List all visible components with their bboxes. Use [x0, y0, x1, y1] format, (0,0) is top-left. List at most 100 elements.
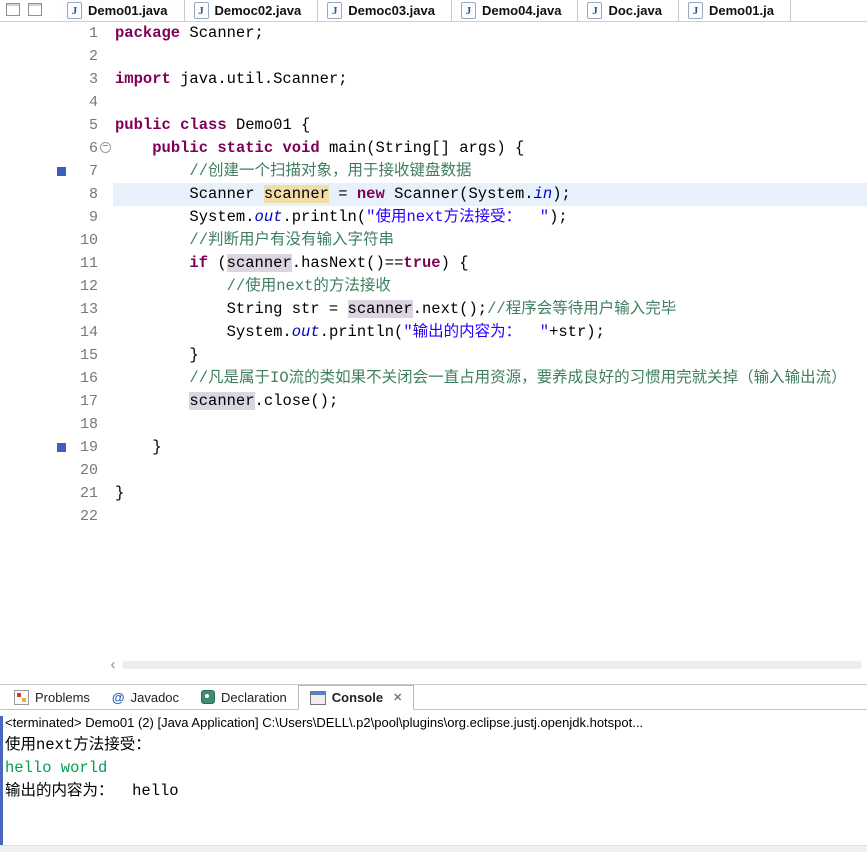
scrollbar-track[interactable]	[122, 661, 862, 669]
line-number[interactable]: 11	[68, 252, 98, 275]
line-number[interactable]: 8	[68, 183, 98, 206]
annotation-empty-cell	[54, 114, 68, 137]
line-number[interactable]: 5	[68, 114, 98, 137]
line-number[interactable]: 16	[68, 367, 98, 390]
code-content[interactable]: }	[113, 482, 867, 505]
line-number[interactable]: 19	[68, 436, 98, 459]
code-content[interactable]	[113, 459, 867, 482]
range-indicator-icon	[57, 167, 66, 176]
code-line-10: 10 //判断用户有没有输入字符串	[0, 229, 867, 252]
minimized-view-icon[interactable]	[28, 3, 42, 16]
line-number[interactable]: 15	[68, 344, 98, 367]
code-content[interactable]: public class Demo01 {	[113, 114, 867, 137]
annotation-empty-cell	[54, 298, 68, 321]
line-number[interactable]: 21	[68, 482, 98, 505]
code-content[interactable]: System.out.println("使用next方法接受： ");	[113, 206, 867, 229]
view-tab-problems[interactable]: Problems	[3, 685, 101, 709]
line-number[interactable]: 12	[68, 275, 98, 298]
code-content[interactable]: //创建一个扫描对象，用于接收键盘数据	[113, 160, 867, 183]
code-content[interactable]: Scanner scanner = new Scanner(System.in)…	[113, 183, 867, 206]
code-token: =	[328, 185, 357, 203]
code-content[interactable]: scanner.close();	[113, 390, 867, 413]
code-line-6: 6− public static void main(String[] args…	[0, 137, 867, 160]
code-line-20: 20	[0, 459, 867, 482]
code-token: String str =	[115, 300, 348, 318]
line-number[interactable]: 4	[68, 91, 98, 114]
code-token: ) {	[440, 254, 469, 272]
line-number[interactable]: 17	[68, 390, 98, 413]
code-content[interactable]: System.out.println("输出的内容为： "+str);	[113, 321, 867, 344]
scroll-left-arrow-icon[interactable]: ‹	[106, 657, 120, 672]
code-line-8: 8 Scanner scanner = new Scanner(System.i…	[0, 183, 867, 206]
restore-view-icon[interactable]	[6, 3, 20, 16]
code-content[interactable]: //判断用户有没有输入字符串	[113, 229, 867, 252]
code-content[interactable]: //凡是属于IO流的类如果不关闭会一直占用资源，要养成良好的习惯用完就关掉（输入…	[113, 367, 867, 390]
view-tab-console[interactable]: Console ✕	[297, 685, 415, 710]
code-content[interactable]	[113, 91, 867, 114]
code-content[interactable]	[113, 505, 867, 528]
code-line-5: 5 public class Demo01 {	[0, 114, 867, 137]
editor-tab-demo01-ja[interactable]: J Demo01.ja	[678, 0, 791, 21]
line-number[interactable]: 9	[68, 206, 98, 229]
code-token: .close();	[254, 392, 339, 410]
code-token: void	[282, 139, 320, 157]
fold-collapse-icon[interactable]: −	[100, 142, 111, 153]
line-number[interactable]: 18	[68, 413, 98, 436]
code-content[interactable]: }	[113, 344, 867, 367]
console-line: 输出的内容为： hello	[5, 782, 179, 800]
code-content[interactable]: public static void main(String[] args) {	[113, 137, 867, 160]
code-line-22: 22	[0, 505, 867, 528]
code-lines: 1 package Scanner; 2 3 import java.util.Scan…	[0, 22, 867, 528]
annotation-empty-cell	[54, 482, 68, 505]
line-number[interactable]: 6	[68, 137, 98, 160]
editor-tab-democ02-java[interactable]: J Democ02.java	[184, 0, 319, 21]
view-tab-declaration[interactable]: Declaration	[190, 685, 298, 709]
line-number[interactable]: 7	[68, 160, 98, 183]
code-line-21: 21}	[0, 482, 867, 505]
code-content[interactable]	[113, 45, 867, 68]
annotation-empty-cell	[54, 321, 68, 344]
editor-tab-label: Demo01.java	[88, 3, 168, 18]
code-content[interactable]: String str = scanner.next();//程序会等待用户输入完…	[113, 298, 867, 321]
line-number[interactable]: 1	[68, 22, 98, 45]
editor-tab-demo01-java[interactable]: J Demo01.java	[58, 0, 185, 21]
code-content[interactable]: if (scanner.hasNext()==true) {	[113, 252, 867, 275]
view-tab-javadoc[interactable]: @ Javadoc	[101, 685, 190, 709]
code-token: (	[208, 254, 227, 272]
code-token: );	[552, 185, 571, 203]
fold-empty-cell	[98, 505, 113, 528]
code-token: }	[115, 346, 199, 364]
code-content[interactable]: //使用next的方法接收	[113, 275, 867, 298]
code-content[interactable]: }	[113, 436, 867, 459]
annotation-empty-cell	[54, 229, 68, 252]
editor-horizontal-scrollbar[interactable]: ‹	[0, 657, 867, 672]
editor-tab-demo04-java[interactable]: J Demo04.java	[451, 0, 579, 21]
fold-empty-cell	[98, 275, 113, 298]
line-number[interactable]: 3	[68, 68, 98, 91]
code-token: System.	[115, 323, 292, 341]
code-content[interactable]: package Scanner;	[113, 22, 867, 45]
console-output[interactable]: 使用next方法接受： hello world 输出的内容为： hello	[5, 734, 865, 803]
line-number[interactable]: 2	[68, 45, 98, 68]
annotation-empty-cell	[54, 275, 68, 298]
range-indicator-icon	[57, 443, 66, 452]
close-icon[interactable]: ✕	[393, 691, 402, 704]
line-number[interactable]: 14	[68, 321, 98, 344]
line-number[interactable]: 10	[68, 229, 98, 252]
code-line-15: 15 }	[0, 344, 867, 367]
code-line-4: 4	[0, 91, 867, 114]
code-line-12: 12 //使用next的方法接收	[0, 275, 867, 298]
editor-tab-democ03-java[interactable]: J Democ03.java	[318, 0, 452, 21]
code-editor[interactable]: 1 package Scanner; 2 3 import java.util.Scan…	[0, 22, 867, 658]
code-content[interactable]: import java.util.Scanner;	[113, 68, 867, 91]
editor-tab-doc-java[interactable]: J Doc.java	[578, 0, 679, 21]
code-token: .println(	[282, 208, 367, 226]
line-number[interactable]: 13	[68, 298, 98, 321]
line-number[interactable]: 20	[68, 459, 98, 482]
line-number[interactable]: 22	[68, 505, 98, 528]
console-left-accent-bar	[0, 716, 3, 846]
code-token: +str);	[549, 323, 605, 341]
code-content[interactable]	[113, 413, 867, 436]
